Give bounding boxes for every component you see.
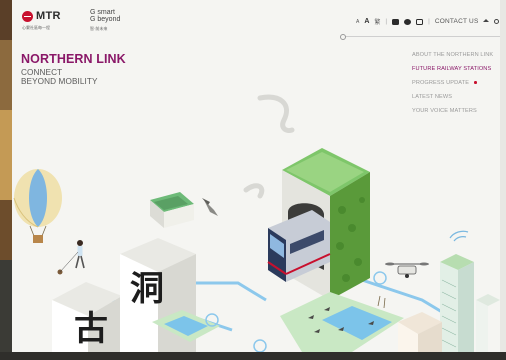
mtr-logo-text: MTR	[36, 10, 61, 22]
section-nav: ABOUT THE NORTHERN LINK FUTURE RAILWAY S…	[412, 52, 493, 122]
mtr-logo-icon	[22, 10, 33, 22]
wetland-pond	[280, 292, 404, 352]
youtube-icon[interactable]	[392, 18, 400, 25]
nav-item-label: PROGRESS UPDATE	[412, 80, 470, 86]
nav-item-latest-news[interactable]: LATEST NEWS	[412, 94, 493, 108]
scroll-handle[interactable]	[340, 33, 346, 40]
background-edge-right	[500, 0, 506, 360]
page-title: NORTHERN LINK	[21, 52, 126, 66]
drone	[385, 262, 429, 278]
mtr-logo[interactable]: MTR	[22, 10, 61, 22]
new-indicator-dot	[474, 81, 477, 84]
chinese-character-dong: 洞	[130, 269, 164, 309]
utility-bar: A A 繁 | | CONTACT US	[356, 17, 500, 26]
nav-item-your-voice[interactable]: YOUR VOICE MATTERS	[412, 108, 493, 122]
low-building	[398, 312, 442, 352]
instagram-icon[interactable]	[416, 18, 424, 25]
walking-person	[57, 240, 85, 275]
facebook-icon[interactable]	[404, 18, 412, 25]
search-icon[interactable]	[494, 19, 500, 24]
subtitle-line-2: BEYOND MOBILITY	[21, 77, 98, 86]
go-smart-text: G smart	[90, 9, 115, 16]
nav-item-progress-update[interactable]: PROGRESS UPDATE	[412, 80, 493, 94]
chinese-character-blocks: 古 洞	[52, 238, 196, 352]
contact-us-link[interactable]: CONTACT US	[435, 18, 479, 25]
scroll-track	[342, 36, 500, 37]
nav-item-future-stations[interactable]: FUTURE RAILWAY STATIONS	[412, 66, 493, 80]
go-smart-go-beyond-logo[interactable]: G smart G beyond	[90, 9, 120, 23]
subtitle-line-1: CONNECT	[21, 68, 63, 77]
page: 古 洞 MTR 心繫社區每一程 G smart G beyond 智·前未來 A…	[12, 0, 500, 352]
mtr-tagline: 心繫社區每一程	[22, 25, 50, 30]
bird	[202, 198, 218, 216]
background-edge-bottom	[0, 352, 506, 360]
font-size-small-button[interactable]: A	[356, 19, 359, 25]
language-switch-button[interactable]: 繁	[374, 17, 380, 26]
go-smart-tagline: 智·前未來	[90, 26, 108, 31]
hot-air-balloon	[13, 169, 62, 243]
green-roof-building	[150, 192, 194, 228]
font-size-large-button[interactable]: A	[364, 18, 369, 25]
residential-tower	[440, 254, 500, 352]
wifi-signal-icon	[449, 230, 469, 242]
divider: |	[428, 18, 430, 25]
divider: |	[385, 18, 388, 25]
go-beyond-text: G beyond	[90, 16, 121, 23]
background-photo-left-edge	[0, 0, 12, 360]
nav-item-about[interactable]: ABOUT THE NORTHERN LINK	[412, 52, 493, 66]
chinese-character-gu: 古	[74, 309, 108, 349]
home-icon[interactable]	[483, 19, 490, 22]
page-subtitle: CONNECT BEYOND MOBILITY	[21, 68, 98, 86]
